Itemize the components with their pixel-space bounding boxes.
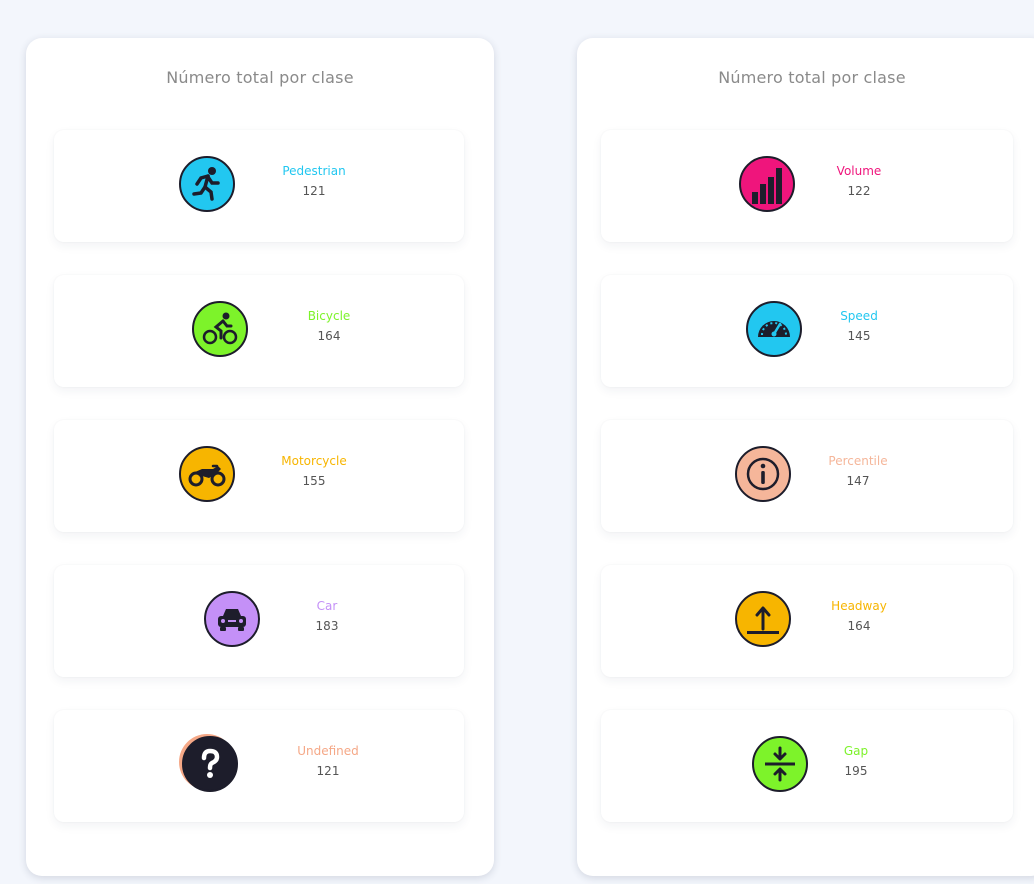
left-panel: Número total por clase Pedestrian 121 Bi… — [26, 38, 494, 876]
item-label: Percentile — [828, 454, 888, 468]
item-label: Undefined — [297, 744, 359, 758]
info-icon — [735, 446, 791, 502]
item-count: 121 — [316, 764, 340, 778]
panel-title: Número total por clase — [166, 68, 354, 87]
item-label: Motorcycle — [281, 454, 347, 468]
bar-chart-icon — [739, 156, 795, 212]
card-undefined: Undefined 121 — [54, 710, 464, 822]
question-mark-icon — [182, 736, 238, 792]
item-count: 195 — [844, 764, 868, 778]
running-person-icon — [179, 156, 235, 212]
item-label: Bicycle — [307, 309, 351, 323]
item-label: Pedestrian — [282, 164, 346, 178]
card-motorcycle: Motorcycle 155 — [54, 420, 464, 532]
car-icon — [204, 591, 260, 647]
card-headway: Headway 164 — [601, 565, 1013, 677]
item-count: 121 — [302, 184, 326, 198]
cyclist-icon — [192, 301, 248, 357]
right-panel: Número total por clase Volume 122 Speed … — [577, 38, 1034, 876]
item-count: 122 — [847, 184, 871, 198]
card-bicycle: Bicycle 164 — [54, 275, 464, 387]
item-count: 145 — [847, 329, 871, 343]
card-pedestrian: Pedestrian 121 — [54, 130, 464, 242]
item-label: Speed — [840, 309, 878, 323]
item-label: Headway — [831, 599, 887, 613]
panel-title: Número total por clase — [718, 68, 906, 87]
card-car: Car 183 — [54, 565, 464, 677]
item-count: 147 — [846, 474, 870, 488]
item-label: Car — [316, 599, 338, 613]
speedometer-icon — [746, 301, 802, 357]
motorcycle-icon — [179, 446, 235, 502]
card-speed: Speed 145 — [601, 275, 1013, 387]
item-count: 155 — [302, 474, 326, 488]
card-gap: Gap 195 — [601, 710, 1013, 822]
item-count: 164 — [317, 329, 341, 343]
item-label: Volume — [836, 164, 882, 178]
item-count: 183 — [315, 619, 339, 633]
item-count: 164 — [847, 619, 871, 633]
card-percentile: Percentile 147 — [601, 420, 1013, 532]
arrow-up-line-icon — [735, 591, 791, 647]
card-volume: Volume 122 — [601, 130, 1013, 242]
item-label: Gap — [843, 744, 869, 758]
